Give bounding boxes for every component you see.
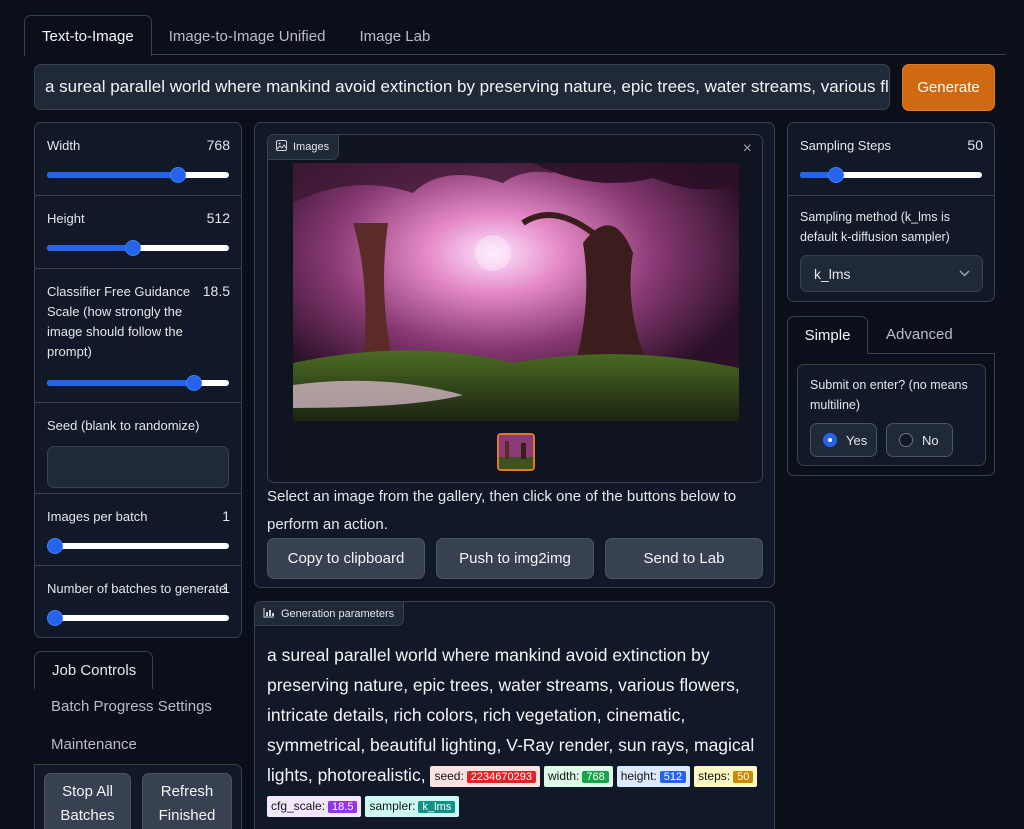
radio-yes[interactable]: Yes	[810, 423, 877, 457]
seed-label: Seed (blank to randomize)	[47, 418, 200, 433]
batches-value[interactable]: 1	[222, 580, 230, 596]
width-slider[interactable]	[47, 167, 229, 183]
images-per-batch-label: Images per batch	[47, 509, 148, 524]
send-to-lab-button[interactable]: Send to Lab	[605, 538, 763, 579]
param-chip-width: width: 768	[543, 765, 613, 787]
tab-image-lab[interactable]: Image Lab	[342, 16, 447, 56]
seed-input[interactable]	[47, 446, 229, 488]
cfg-control: Classifier Free Guidance Scale (how stro…	[35, 269, 241, 403]
image-icon	[276, 140, 287, 154]
batches-control: Number of batches to generate 1	[35, 566, 241, 637]
main-tabs: Text-to-Image Image-to-Image Unified Ima…	[24, 15, 447, 56]
slider-thumb[interactable]	[828, 167, 845, 183]
gallery-label-text: Images	[293, 141, 330, 153]
cfg-slider[interactable]	[47, 375, 229, 391]
stop-all-batches-button[interactable]: Stop All Batches	[44, 773, 131, 829]
batches-slider[interactable]	[47, 610, 229, 626]
param-chip-sampler: sampler: k_lms	[365, 795, 460, 817]
tab-image-to-image-unified[interactable]: Image-to-Image Unified	[152, 16, 343, 56]
height-label: Height	[47, 211, 85, 226]
generation-parameters-label: Generation parameters	[255, 602, 405, 626]
image-gallery: Images ×	[267, 134, 763, 483]
sampling-steps-label: Sampling Steps	[800, 138, 892, 153]
submit-on-enter-label: Submit on enter? (no means multiline)	[810, 378, 968, 412]
slider-thumb[interactable]	[47, 610, 63, 626]
generation-parameters-text: a sureal parallel world where mankind av…	[267, 640, 767, 820]
cfg-label: Classifier Free Guidance Scale (how stro…	[47, 284, 191, 359]
generated-image[interactable]	[293, 163, 739, 421]
push-to-img2img-button[interactable]: Push to img2img	[436, 538, 594, 579]
gallery-panel: Images × Select an image from the galler…	[254, 122, 775, 588]
sampling-steps-slider[interactable]	[800, 167, 982, 183]
tab-text-to-image[interactable]: Text-to-Image	[24, 15, 152, 56]
images-per-batch-value[interactable]: 1	[222, 508, 230, 524]
close-icon[interactable]: ×	[743, 140, 752, 158]
width-label: Width	[47, 138, 81, 153]
tab-advanced[interactable]: Advanced	[886, 326, 953, 343]
radio-checked-icon	[823, 433, 837, 447]
height-slider[interactable]	[47, 240, 229, 256]
batches-label: Number of batches to generate	[47, 581, 227, 596]
sampling-method-value: k_lms	[814, 265, 851, 282]
tab-batch-progress-settings[interactable]: Batch Progress Settings	[51, 698, 212, 715]
chevron-down-icon	[959, 265, 970, 280]
job-controls-panel: Stop All Batches Refresh Finished	[34, 764, 242, 829]
generate-button[interactable]: Generate	[902, 64, 995, 111]
radio-no[interactable]: No	[886, 423, 953, 457]
radio-yes-label: Yes	[846, 432, 868, 448]
submit-on-enter-group: Submit on enter? (no means multiline) Ye…	[797, 364, 986, 466]
slider-thumb[interactable]	[170, 167, 187, 183]
height-value[interactable]: 512	[207, 210, 230, 226]
cfg-value[interactable]: 18.5	[203, 283, 230, 299]
simple-settings-panel: Submit on enter? (no means multiline) Ye…	[787, 353, 995, 476]
height-control: Height 512	[35, 196, 241, 269]
width-control: Width 768	[35, 123, 241, 196]
tab-job-controls[interactable]: Job Controls	[34, 651, 153, 689]
gallery-label: Images	[268, 135, 340, 160]
sampling-method-label: Sampling method (k_lms is default k-diff…	[800, 210, 951, 244]
images-per-batch-slider[interactable]	[47, 538, 229, 554]
param-chip-cfg_scale: cfg_scale: 18.5	[267, 795, 362, 817]
left-settings-panel: Width 768 Height 512 Classifier Free Gui…	[34, 122, 242, 638]
gallery-help-text: Select an image from the gallery, then c…	[267, 488, 737, 533]
sampling-steps-value[interactable]: 50	[967, 137, 983, 153]
generation-parameters-panel: Generation parameters a sureal parallel …	[254, 601, 775, 829]
chart-icon	[263, 607, 275, 621]
width-value[interactable]: 768	[207, 137, 230, 153]
param-chip-seed: seed: 2234670293	[430, 765, 540, 787]
seed-control: Seed (blank to randomize)	[35, 403, 241, 494]
slider-thumb[interactable]	[124, 240, 141, 256]
prompt-input[interactable]: a sureal parallel world where mankind av…	[34, 64, 890, 110]
slider-thumb[interactable]	[47, 538, 63, 554]
radio-no-label: No	[922, 432, 939, 448]
refresh-finished-button[interactable]: Refresh Finished	[142, 773, 232, 829]
copy-to-clipboard-button[interactable]: Copy to clipboard	[267, 538, 425, 579]
param-chip-steps: steps: 50	[694, 765, 758, 787]
sampling-method-select[interactable]: k_lms	[800, 255, 983, 292]
sampling-panel: Sampling Steps 50 Sampling method (k_lms…	[787, 122, 995, 302]
param-chip-height: height: 512	[616, 765, 691, 787]
generation-parameters-label-text: Generation parameters	[281, 607, 395, 620]
images-per-batch-control: Images per batch 1	[35, 494, 241, 566]
tabs-divider	[24, 54, 1006, 55]
sampling-steps-control: Sampling Steps 50	[788, 123, 994, 196]
tab-maintenance[interactable]: Maintenance	[51, 736, 137, 753]
slider-thumb[interactable]	[186, 375, 203, 391]
radio-unchecked-icon	[899, 433, 913, 447]
gallery-thumbnail[interactable]	[497, 433, 535, 471]
params-prompt-text: a sureal parallel world where mankind av…	[267, 645, 755, 785]
tab-simple[interactable]: Simple	[787, 316, 868, 354]
